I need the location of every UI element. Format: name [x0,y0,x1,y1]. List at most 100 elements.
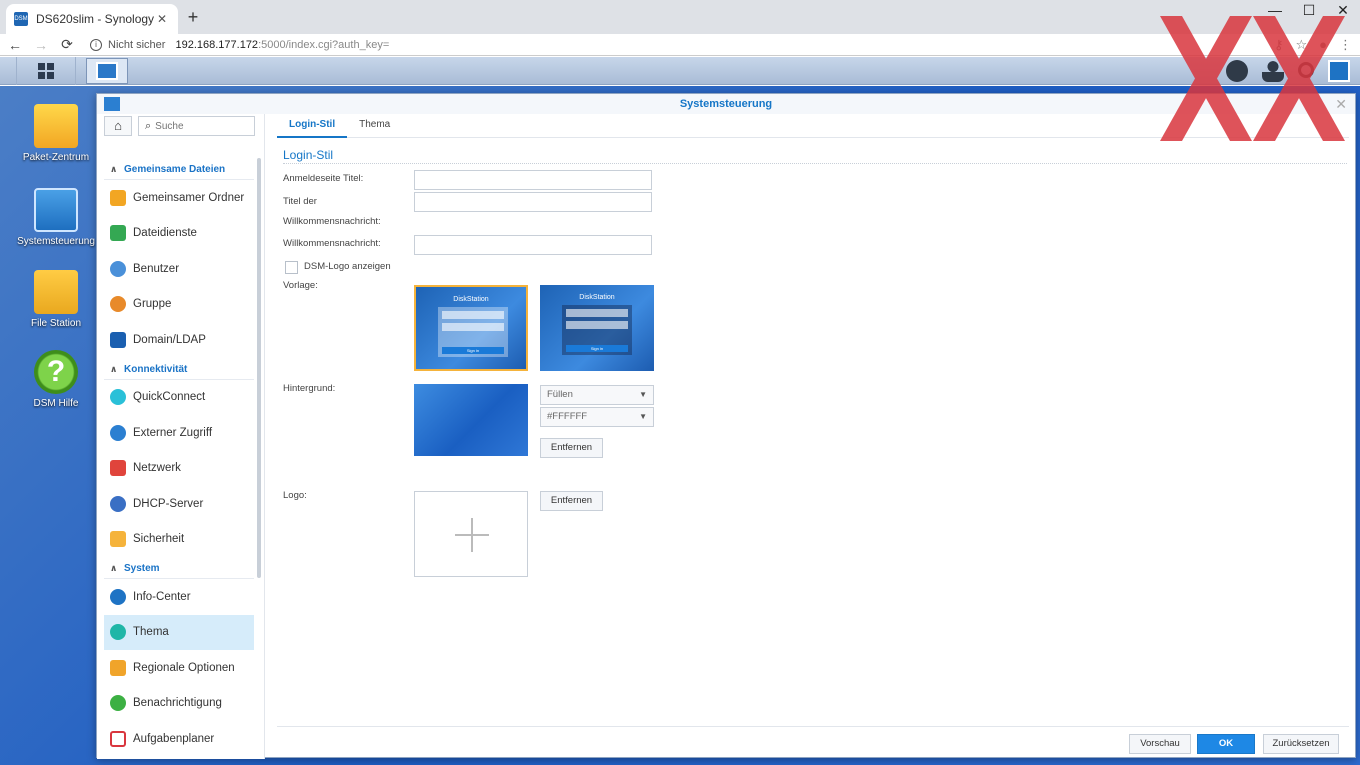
template-title: DiskStation [579,294,615,301]
desktop-icon-label: Systemsteuerung [17,236,95,247]
template-signin-button: Sign in [442,347,504,354]
sidebar-item-thema[interactable]: Thema [104,614,254,650]
template-login-panel: Sign in [438,307,508,357]
address-host: 192.168.177.172 [175,38,259,51]
welcome-message-input[interactable] [415,236,651,254]
sidebar-item-sicherheit[interactable]: Sicherheit [104,522,254,558]
show-logo-checkbox[interactable] [285,261,298,274]
remove-logo-button[interactable]: Entfernen [540,491,603,511]
chevron-up-icon: ∧ [110,164,118,174]
shopping-bag-icon [34,104,78,148]
fill-mode-select[interactable]: Füllen ▼ [540,385,654,405]
new-tab-button[interactable]: + [184,8,202,26]
template-option-light[interactable]: DiskStation Sign in [414,285,528,371]
welcome-title-field[interactable] [414,192,652,212]
reset-button[interactable]: Zurücksetzen [1263,734,1339,754]
desktop-icon-paket-zentrum[interactable]: Paket-Zentrum [14,104,98,163]
template-signin-button: Sign in [566,345,628,352]
section-gemeinsame-dateien[interactable]: ∧ Gemeinsame Dateien [104,158,254,180]
logo-label: Logo: [283,490,307,501]
address-path: :5000/index.cgi?auth_key= [258,38,390,51]
welcome-message-field[interactable] [414,235,652,255]
sidebar-scrollbar[interactable] [257,158,261,578]
welcome-title-input[interactable] [415,193,651,211]
desktop-icon-systemsteuerung[interactable]: Systemsteuerung [14,188,98,247]
background-color-select[interactable]: #FFFFFF ▼ [540,407,654,427]
template-title: DiskStation [453,296,489,303]
shield-icon [110,531,126,548]
checklist-icon [110,730,126,747]
systemsteuerung-window: Systemsteuerung ✕ ⌂ ⌕ ∧Gemeinsame Dateie… [96,93,1356,759]
browser-tab-strip: DSM DS620slim - Synology NAS ✕ + — ☐ ✕ [0,0,1360,34]
chat-icon [110,695,126,712]
desktop-icon-label: File Station [30,318,82,329]
address-bar[interactable]: i Nicht sicher 192.168.177.172:5000/inde… [90,38,390,51]
palette-icon [110,624,126,641]
dsm-taskbar [0,57,1360,85]
sidebar-item-aufgabenplaner[interactable]: Aufgabenplaner [104,721,254,757]
forward-icon[interactable]: → [30,37,52,53]
sidebar-item-regionale-optionen[interactable]: Regionale Optionen [104,650,254,686]
search-field[interactable]: ⌕ [138,116,255,136]
home-button[interactable]: ⌂ [104,116,132,136]
preview-button[interactable]: Vorschau [1129,734,1191,754]
reload-icon[interactable]: ⟳ [56,36,78,53]
welcome-message-label: Willkommensnachricht: [283,238,381,249]
shared-folder-icon [110,189,126,206]
template-username-field [442,311,504,319]
template-login-panel: Sign in [562,305,632,355]
tab-login-stil[interactable]: Login-Stil [277,114,348,138]
control-panel-icon [34,188,78,232]
grid-icon [38,63,54,79]
section-system[interactable]: ∧ System [104,557,254,579]
taskbar-systemsteuerung[interactable] [86,58,128,84]
desktop-icon-file-station[interactable]: File Station [14,270,98,329]
template-option-dark[interactable]: DiskStation Sign in [540,285,654,371]
background-label: Hintergrund: [283,383,336,394]
welcome-title-label-line1: Titel der [283,196,317,207]
sidebar-item-benachrichtigung[interactable]: Benachrichtigung [104,686,254,722]
remove-background-button[interactable]: Entfernen [540,438,603,458]
show-logo-label[interactable]: DSM-Logo anzeigen [304,257,391,277]
info-icon[interactable]: i [90,38,102,51]
sidebar-item-quickconnect[interactable]: QuickConnect [104,380,254,416]
browser-tab[interactable]: DSM DS620slim - Synology NAS ✕ [6,4,178,34]
regional-icon [110,659,126,676]
welcome-title-label-line2: Willkommensnachricht: [283,216,381,227]
section-divider [283,163,1347,164]
template-label: Vorlage: [283,280,318,291]
sidebar-item-dateidienste[interactable]: Dateidienste [104,216,254,252]
sidebar-item-dhcp-server[interactable]: DHCP-Server [104,486,254,522]
user-icon [110,260,126,277]
chevron-up-icon: ∧ [110,563,118,573]
desktop-icon-dsm-hilfe[interactable]: ? DSM Hilfe [14,350,98,409]
section-title: Login-Stil [283,148,334,162]
logo-upload-area[interactable] [414,491,528,577]
tab-thema[interactable]: Thema [347,114,402,138]
sidebar-item-benutzer[interactable]: Benutzer [104,251,254,287]
help-icon: ? [34,350,78,394]
login-title-input[interactable] [415,171,651,189]
browser-tab-title: DS620slim - Synology NAS [36,12,154,26]
plus-icon [471,518,473,552]
sidebar-item-gemeinsamer-ordner[interactable]: Gemeinsamer Ordner [104,180,254,216]
sidebar-item-netzwerk[interactable]: Netzwerk [104,451,254,487]
sidebar-item-gruppe[interactable]: Gruppe [104,287,254,323]
dhcp-icon [110,495,126,512]
sidebar-item-info-center[interactable]: Info-Center [104,579,254,615]
info-icon [110,588,126,605]
sidebar-nav: ∧ Gemeinsame Dateien Gemeinsamer Ordner D… [104,158,254,757]
ok-button[interactable]: OK [1197,734,1255,754]
back-icon[interactable]: ← [4,37,26,53]
home-icon: ⌂ [114,118,122,133]
section-konnektivitaet[interactable]: ∧ Konnektivität [104,358,254,380]
close-icon[interactable]: ✕ [154,12,170,26]
main-content: Login-Stil Thema Login-Stil Anmeldeseite… [277,114,1353,759]
sidebar-item-externer-zugriff[interactable]: Externer Zugriff [104,415,254,451]
network-icon [110,460,126,477]
login-title-field[interactable] [414,170,652,190]
sidebar-item-domain-ldap[interactable]: Domain/LDAP [104,322,254,358]
search-input[interactable] [155,120,246,132]
main-menu-button[interactable] [16,57,76,85]
footer-divider [277,726,1349,727]
